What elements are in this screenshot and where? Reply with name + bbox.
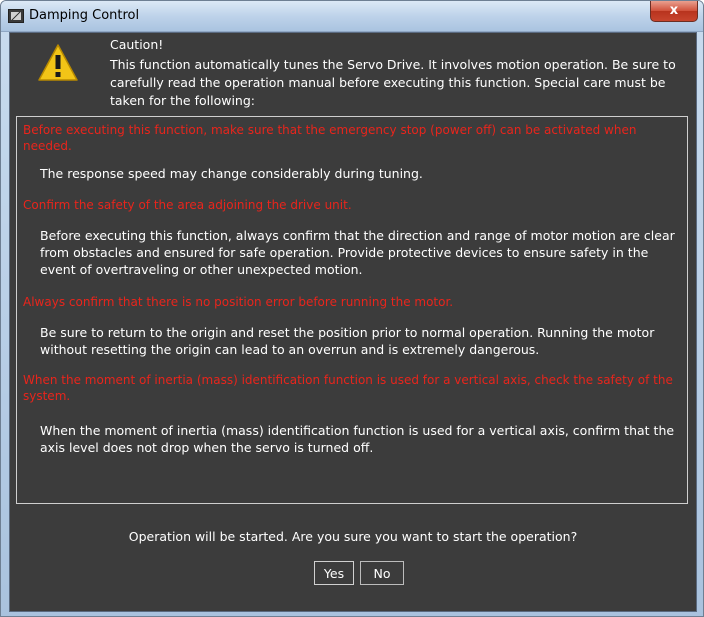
precaution-heading-3: Always confirm that there is no position…	[23, 295, 454, 309]
yes-button[interactable]: Yes	[314, 561, 354, 585]
precaution-text-3: Be sure to return to the origin and rese…	[40, 325, 655, 357]
caution-title: Caution!	[110, 37, 164, 52]
precaution-text-4: When the moment of inertia (mass) identi…	[40, 423, 675, 455]
window-title: Damping Control	[29, 8, 140, 23]
precautions-panel: Before executing this function, make sur…	[16, 116, 688, 504]
confirmation-question: Operation will be started. Are you sure …	[128, 529, 578, 544]
caution-message: This function automatically tunes the Se…	[110, 57, 676, 108]
close-button[interactable]: x	[650, 1, 698, 22]
precaution-text-1: The response speed may change considerab…	[40, 166, 423, 181]
precaution-text-2: Before executing this function, always c…	[40, 228, 675, 277]
app-icon	[8, 9, 24, 23]
dialog-body: Caution! This function automatically tun…	[9, 32, 697, 612]
dialog-window: Damping Control x Caution! This function…	[0, 0, 704, 617]
precaution-heading-1: Before executing this function, make sur…	[23, 123, 637, 153]
no-button[interactable]: No	[360, 561, 404, 585]
precaution-heading-4: When the moment of inertia (mass) identi…	[23, 373, 673, 403]
warning-triangle-icon	[38, 44, 78, 81]
title-bar[interactable]: Damping Control x	[1, 1, 703, 32]
precaution-heading-2: Confirm the safety of the area adjoining…	[23, 198, 352, 212]
